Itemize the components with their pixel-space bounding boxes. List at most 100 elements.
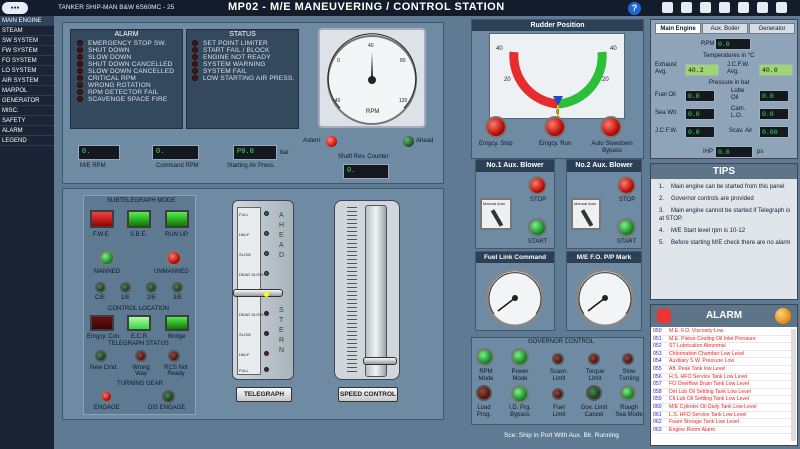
manned-label: MANNED — [94, 269, 121, 275]
document-icon[interactable] — [700, 2, 711, 13]
unmanned-button[interactable] — [166, 250, 182, 266]
fwe-button[interactable] — [90, 210, 114, 228]
alarm-row: 051 M.E. Piston Cooling Oil Inlet Pressur… — [653, 336, 795, 344]
sidebar-item-generator[interactable]: GENERATOR — [0, 96, 54, 106]
power-mode-label: Power Mode — [511, 369, 529, 382]
blower-2-start-button[interactable] — [617, 218, 636, 237]
bridge-label: Bridge — [168, 334, 186, 340]
bridge-button[interactable] — [165, 315, 189, 331]
speed-control-handle[interactable] — [363, 357, 397, 365]
tab-generator[interactable]: Generator — [749, 23, 795, 34]
emergency-run-button[interactable] — [544, 116, 566, 138]
sidebar-item-misc[interactable]: MISC. — [0, 106, 54, 116]
sidebar-item-legend[interactable]: LEGEND — [0, 136, 54, 146]
manned-button[interactable] — [99, 250, 115, 266]
power-mode-button[interactable] — [511, 348, 529, 366]
blower-2-mode-switch[interactable]: Manual Auto — [571, 198, 601, 230]
svg-text:20: 20 — [602, 77, 609, 83]
telegraph-button[interactable]: TELEGRAPH — [236, 387, 292, 402]
blower-1-start-label: START — [528, 239, 548, 245]
emergency-stop-button[interactable] — [485, 116, 507, 138]
tip-item: 1. Main engine can be started from this p… — [659, 184, 785, 190]
settings-icon[interactable] — [738, 2, 749, 13]
alarm-list-title: ALARM — [705, 310, 743, 321]
me-fo-pp-mark-panel: M/E F.O. P/P Mark — [566, 251, 642, 331]
blower-1-mode-switch[interactable]: Manual Auto — [480, 198, 512, 230]
blower-1-start-button[interactable] — [528, 218, 547, 237]
alarm-row: 062 Foam Storage Tank Low Level — [653, 419, 795, 427]
svg-text:40: 40 — [496, 46, 503, 52]
tip-item: 4. M/E Start level rpm is 10-12 — [659, 228, 746, 234]
gov-limit-cancel-label: Gov. Limit Cancel — [580, 405, 608, 418]
alarm-list-scrollbar[interactable] — [791, 329, 796, 441]
ecr-button[interactable] — [127, 315, 151, 331]
rudder-title: Rudder Position — [472, 20, 643, 31]
2e-button[interactable] — [146, 282, 157, 293]
tab-aux-boiler[interactable]: Aux. Boiler — [702, 23, 748, 34]
fuel-link-gauge — [485, 268, 545, 328]
alarm-row: 056 H.S. HFO Service Tank Low Level — [653, 374, 795, 382]
speed-control-button[interactable]: SPEED CONTROL — [338, 387, 398, 402]
jcfw-press-value: 0.0 — [685, 126, 715, 138]
new-cmd-label: New Cmd. — [90, 365, 119, 371]
engine-data-panel: Main Engine Aux. Boiler Generator RPM 0.… — [650, 19, 798, 159]
engage-button[interactable] — [100, 390, 113, 403]
disengage-button[interactable] — [162, 390, 175, 403]
window-icon[interactable] — [757, 2, 768, 13]
sidebar-item-fo-system[interactable]: FO SYSTEM — [0, 56, 54, 66]
id-prg-bypass-label: I.D. Prg. Bypass — [508, 405, 531, 418]
rough-sea-mode-button[interactable] — [620, 385, 636, 401]
emergency-control-button[interactable] — [90, 315, 114, 331]
telegraph-status-title: TELEGRAPH STATUS — [108, 341, 169, 347]
sidebar-item-marpol[interactable]: MARPOL — [0, 86, 54, 96]
3e-button[interactable] — [172, 282, 183, 293]
sidebar-item-safety[interactable]: SAFETY — [0, 116, 54, 126]
close-icon[interactable] — [776, 2, 787, 13]
speed-control-lever[interactable] — [334, 200, 400, 380]
sbe-button[interactable] — [127, 210, 151, 228]
command-rpm-label: Command RPM — [156, 163, 199, 169]
alarm-panel-title: ALARM — [114, 31, 139, 38]
tab-main-engine[interactable]: Main Engine — [655, 23, 701, 34]
sidebar-item-air-system[interactable]: AIR SYSTEM — [0, 76, 54, 86]
svg-text:120: 120 — [399, 98, 408, 104]
sidebar-item-fw-system[interactable]: FW SYSTEM — [0, 46, 54, 56]
blower-2-stop-button[interactable] — [617, 176, 636, 195]
alarm-ack-button[interactable] — [775, 308, 791, 324]
telegraph-handle[interactable] — [233, 289, 283, 297]
gov-limit-cancel-button[interactable] — [586, 385, 602, 401]
runup-button[interactable] — [165, 210, 189, 228]
sidebar-item-alarm[interactable]: ALARM — [0, 126, 54, 136]
status-panel: STATUS SET POINT LIMITER START FAIL / BL… — [186, 29, 299, 129]
sidebar-item-main-engine[interactable]: MAIN ENGINE — [0, 16, 54, 26]
telegraph-lever[interactable]: FULL HALF SLOW DEAD SLOW STOP DEAD SLOW … — [232, 200, 294, 380]
logo: ●●● — [2, 2, 28, 14]
print-icon[interactable] — [681, 2, 692, 13]
scav-air-label: Scav. Air — [729, 128, 753, 134]
sidebar-item-steam[interactable]: STEAM — [0, 26, 54, 36]
ahead-label: Ahead — [416, 138, 434, 144]
rudder-indicator: 40 20 0 20 40 — [489, 33, 625, 119]
save-icon[interactable] — [719, 2, 730, 13]
svg-text:-40: -40 — [333, 98, 340, 104]
ce-button[interactable] — [95, 282, 106, 293]
help-icon[interactable]: ? — [628, 2, 641, 15]
alarm-list: 050 M.E. F.O. Viscosity Low 051 M.E. Pisto… — [651, 327, 797, 435]
rpm-mode-label: RPM Mode — [478, 369, 494, 382]
load-prog-button[interactable] — [476, 385, 492, 401]
rpm-mode-button[interactable] — [476, 348, 494, 366]
sidebar-item-sw-system[interactable]: SW SYSTEM — [0, 36, 54, 46]
tip-item: 2. Governor controls are provided — [659, 196, 754, 202]
blower-1-stop-button[interactable] — [528, 176, 547, 195]
auto-slowdown-bypass-button[interactable] — [600, 116, 622, 138]
alarm-row: 060 M/E Cylinder Oil Daily Tank Low Level — [653, 404, 795, 412]
aux-blower-2-title: No.2 Aux. Blower — [567, 160, 641, 172]
astern-lamp — [326, 136, 337, 147]
id-prg-bypass-button[interactable] — [511, 385, 529, 403]
alarm-list-header: ALARM — [651, 305, 797, 327]
page-title: MP02 - M/E MANEUVERING / CONTROL STATION — [228, 1, 505, 13]
home-icon[interactable] — [662, 2, 673, 13]
emergency-stop-label: Emgcy. Stop — [479, 141, 513, 147]
1e-button[interactable] — [120, 282, 131, 293]
sidebar-item-lo-system[interactable]: LO SYSTEM — [0, 66, 54, 76]
